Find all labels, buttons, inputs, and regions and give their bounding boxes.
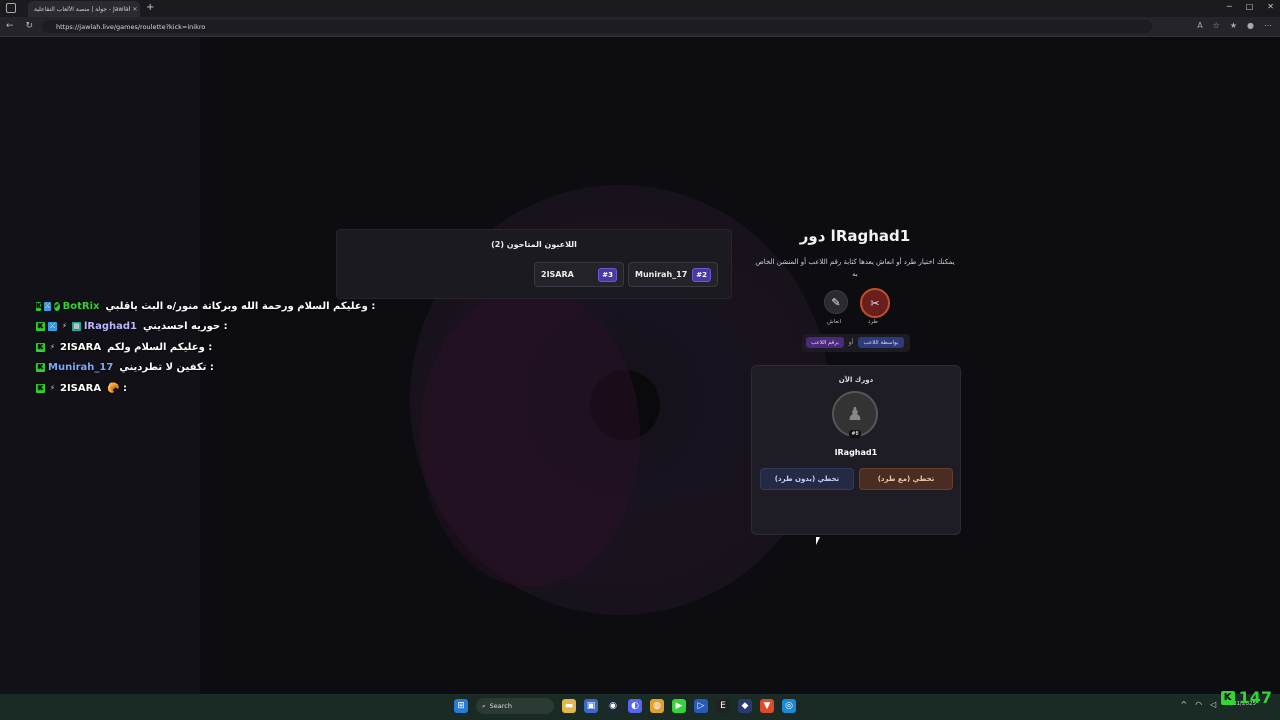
windows-taskbar: ⊞ ⌕ Search ▬ ▣ ◉ ◐ ◍ ▶ ▷ E ◆ ▼ ◎ ^ ◠ ◁ 1… bbox=[0, 694, 1280, 720]
wheel-segment bbox=[420, 287, 640, 587]
by-number-chip[interactable]: برقم اللاعب bbox=[806, 337, 844, 348]
chat-text: وعليكم السلام ولكم : bbox=[107, 341, 213, 353]
chat-text: حوريه احسديني : bbox=[143, 321, 228, 333]
browser-tab[interactable]: جولة | منصة الألعاب التفاعلية - Jawlah ✕ bbox=[28, 1, 140, 17]
skip-with-kick-button[interactable]: تخطي (مع طرد) bbox=[859, 468, 953, 490]
new-tab-icon[interactable]: + bbox=[146, 2, 154, 13]
player-number-badge: #2 bbox=[692, 267, 711, 282]
chat-text: تكفين لا تطرديني : bbox=[119, 362, 214, 374]
chat-text: 🥐 : bbox=[107, 382, 127, 394]
show-hidden-icon[interactable]: ^ bbox=[1180, 700, 1187, 709]
app-icon[interactable]: ▷ bbox=[694, 699, 708, 713]
or-label: أو bbox=[848, 339, 854, 346]
current-player-name: lRaghad1 bbox=[834, 448, 878, 457]
by-name-chip[interactable]: بواسطة اللاعب bbox=[858, 337, 904, 348]
url-text: https://jawlah.live/games/roulette?kick=… bbox=[56, 22, 206, 31]
player-number-badge: #3 bbox=[598, 267, 617, 282]
kick-logo-icon: K bbox=[1220, 690, 1235, 705]
back-icon[interactable]: ← bbox=[6, 21, 14, 31]
browser-tab-bar: جولة | منصة الألعاب التفاعلية - Jawlah ✕… bbox=[0, 0, 1280, 17]
turn-title: دور lRaghad1 bbox=[799, 227, 911, 245]
chat-badge-icon: K bbox=[36, 383, 45, 393]
current-turn-card: دورك الآن ♟ #8 lRaghad1 تخطي (مع طرد) تخ… bbox=[751, 365, 961, 535]
kick-viewer-count: K 147 bbox=[1220, 688, 1272, 707]
read-aloud-icon[interactable]: A bbox=[1197, 21, 1202, 30]
chat-badge-icon: K bbox=[36, 363, 45, 373]
steam-icon[interactable]: ◉ bbox=[606, 699, 620, 713]
maximize-icon[interactable]: □ bbox=[1246, 2, 1254, 11]
avatar-number-badge: #8 bbox=[849, 430, 861, 438]
discord-icon[interactable]: ◐ bbox=[628, 699, 642, 713]
store-icon[interactable]: ▣ bbox=[584, 699, 598, 713]
chat-username[interactable]: Munirah_17 bbox=[48, 362, 113, 373]
search-label: Search bbox=[489, 702, 512, 710]
chat-badge-icon: ⚡ bbox=[50, 342, 55, 351]
chrome-icon[interactable]: ◍ bbox=[650, 699, 664, 713]
player-name: Munirah_17 bbox=[635, 270, 688, 279]
available-players-panel: اللاعبون المتاحون (2) 2ISARA #3 Munirah_… bbox=[336, 229, 732, 299]
chat-username[interactable]: BotRix bbox=[63, 301, 100, 312]
chat-badge-icon: ⚔ bbox=[44, 301, 51, 311]
revive-action-label: انعاش bbox=[827, 319, 842, 325]
close-tab-icon[interactable]: ✕ bbox=[130, 6, 140, 13]
chat-badge-icon: ⚡ bbox=[50, 383, 55, 392]
chat-message: K ⚡ 2ISARA 🥐 : bbox=[36, 378, 356, 399]
minimize-icon[interactable]: ─ bbox=[1227, 2, 1232, 11]
players-title: اللاعبون المتاحون (2) bbox=[491, 240, 577, 249]
volume-icon[interactable]: ◁ bbox=[1210, 700, 1216, 709]
chat-badge-icon: ✔ bbox=[53, 301, 60, 311]
file-explorer-icon[interactable]: ▬ bbox=[562, 699, 576, 713]
chat-message: K ⚔ ⚡ ▦ lRaghad1 حوريه احسديني : bbox=[36, 317, 356, 338]
skip-without-kick-button[interactable]: تخطي (بدون طرد) bbox=[760, 468, 854, 490]
turn-description: يمكنك اختيار طرد أو انعاش بعدها كتابة رق… bbox=[755, 258, 955, 278]
kick-action-icon[interactable]: ✂ bbox=[860, 288, 890, 318]
player-name: 2ISARA bbox=[541, 270, 574, 279]
app-icon[interactable]: ▶ bbox=[672, 699, 686, 713]
close-window-icon[interactable]: ✕ bbox=[1267, 2, 1274, 11]
chat-text: وعليكم السلام ورحمة الله وبركاتة منور/ه … bbox=[105, 300, 376, 312]
tab-actions-icon[interactable] bbox=[6, 3, 16, 13]
chat-badge-icon: K bbox=[36, 301, 42, 311]
app-icon[interactable]: ◆ bbox=[738, 699, 752, 713]
search-icon: ⌕ bbox=[482, 701, 486, 710]
current-turn-label: دورك الآن bbox=[838, 376, 874, 384]
chat-message: K ⚡ 2ISARA وعليكم السلام ولكم : bbox=[36, 337, 356, 358]
mouse-cursor bbox=[816, 537, 820, 545]
network-icon[interactable]: ◠ bbox=[1195, 700, 1202, 709]
revive-action-icon[interactable]: ✎ bbox=[824, 290, 848, 314]
player-card[interactable]: 2ISARA #3 bbox=[534, 262, 624, 287]
chat-badge-icon: K bbox=[36, 322, 45, 332]
refresh-icon[interactable]: ↻ bbox=[26, 21, 34, 31]
taskbar-search[interactable]: ⌕ Search bbox=[476, 698, 554, 714]
target-mode-selector: بواسطة اللاعب أو برقم اللاعب bbox=[802, 334, 910, 352]
favorite-icon[interactable]: ☆ bbox=[1213, 21, 1220, 30]
edge-icon[interactable]: ◎ bbox=[782, 699, 796, 713]
chat-badge-icon: K bbox=[36, 342, 45, 352]
chat-username[interactable]: 2ISARA bbox=[60, 383, 101, 394]
player-card[interactable]: Munirah_17 #2 bbox=[628, 262, 718, 287]
chat-username[interactable]: lRaghad1 bbox=[84, 321, 137, 332]
tab-title: جولة | منصة الألعاب التفاعلية - Jawlah bbox=[34, 5, 130, 13]
address-bar-row: ← ↻ https://jawlah.live/games/roulette?k… bbox=[0, 17, 1280, 37]
profile-icon[interactable]: ● bbox=[1247, 21, 1254, 30]
chat-message: K ⚔ ✔ BotRix وعليكم السلام ورحمة الله وبركات… bbox=[36, 296, 375, 317]
chat-badge-icon: ⚔ bbox=[48, 322, 57, 332]
kick-action-label: طرد bbox=[868, 319, 878, 325]
start-icon[interactable]: ⊞ bbox=[454, 699, 468, 713]
chat-message: K Munirah_17 تكفين لا تطرديني : bbox=[36, 358, 356, 379]
address-bar[interactable]: https://jawlah.live/games/roulette?kick=… bbox=[42, 20, 1152, 33]
chat-overlay: K ⚔ ✔ BotRix وعليكم السلام ورحمة الله وبركات… bbox=[36, 296, 375, 399]
chat-badge-icon: ⚡ bbox=[62, 322, 67, 331]
favorites-icon[interactable]: ★ bbox=[1230, 21, 1237, 30]
brave-icon[interactable]: ▼ bbox=[760, 699, 774, 713]
viewer-count: 147 bbox=[1238, 688, 1272, 707]
chat-username[interactable]: 2ISARA bbox=[60, 342, 101, 353]
epic-games-icon[interactable]: E bbox=[716, 699, 730, 713]
chat-badge-icon: ▦ bbox=[72, 322, 81, 332]
more-icon[interactable]: ⋯ bbox=[1264, 21, 1272, 30]
